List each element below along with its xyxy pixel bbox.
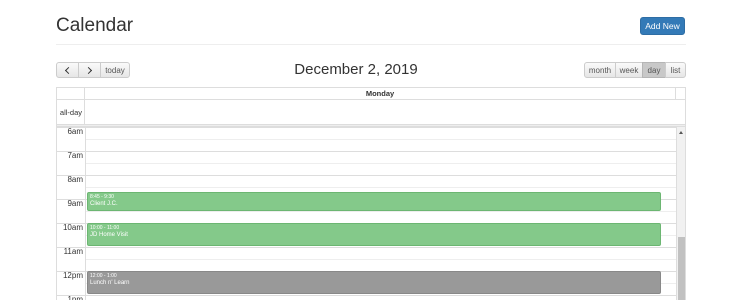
time-gutter-line xyxy=(85,127,86,300)
day-header-row: Monday xyxy=(57,88,685,100)
view-day-button[interactable]: day xyxy=(642,62,666,78)
title-divider xyxy=(56,44,686,45)
time-label: 1pm xyxy=(67,295,83,300)
half-hour-line xyxy=(86,139,676,140)
next-button[interactable] xyxy=(78,62,101,78)
calendar-event[interactable]: 12:00 - 1:00 Lunch n' Learn xyxy=(87,271,661,294)
hour-line xyxy=(57,247,676,248)
day-header: Monday xyxy=(85,88,676,100)
scrollbar-thumb[interactable] xyxy=(678,237,685,300)
event-title: Lunch n' Learn xyxy=(90,280,130,286)
chevron-right-icon xyxy=(84,66,93,74)
all-day-label: all-day xyxy=(57,100,85,124)
view-week-button[interactable]: week xyxy=(615,62,643,78)
current-date-title: December 2, 2019 xyxy=(294,61,418,78)
scrollbar[interactable] xyxy=(676,127,685,300)
view-list-button[interactable]: list xyxy=(665,62,686,78)
event-title: JD Home Visit xyxy=(90,232,128,238)
event-title: Client J.C. xyxy=(90,201,118,207)
time-label: 9am xyxy=(67,199,83,208)
time-label: 10am xyxy=(62,223,83,232)
calendar-event[interactable]: 8:45 - 9:30 Client J.C. xyxy=(87,192,661,211)
all-day-row[interactable]: all-day xyxy=(57,100,685,124)
half-hour-line xyxy=(86,259,676,260)
time-label: 12pm xyxy=(62,271,83,280)
hour-line xyxy=(57,175,676,176)
add-new-button[interactable]: Add New xyxy=(640,17,685,35)
time-label: 11am xyxy=(63,247,83,256)
page-title: Calendar xyxy=(56,15,134,36)
calendar-view: Monday all-day 6am 7am 8am 9am 10am 11am… xyxy=(56,87,686,300)
today-button[interactable]: today xyxy=(100,62,130,78)
time-label: 7am xyxy=(67,151,83,160)
view-month-button[interactable]: month xyxy=(584,62,616,78)
prev-button[interactable] xyxy=(56,62,79,78)
chevron-left-icon xyxy=(64,66,73,74)
half-hour-line xyxy=(86,187,676,188)
half-hour-line xyxy=(86,163,676,164)
hour-line xyxy=(57,127,676,128)
time-grid[interactable]: 6am 7am 8am 9am 10am 11am 12pm 1pm 8:45 … xyxy=(57,127,685,300)
header-gutter xyxy=(57,88,85,100)
hour-line xyxy=(57,151,676,152)
scroll-up-arrow-icon[interactable] xyxy=(679,131,683,134)
time-label: 8am xyxy=(67,175,83,184)
half-hour-line xyxy=(86,211,676,212)
calendar-event[interactable]: 10:00 - 11:00 JD Home Visit xyxy=(87,223,661,246)
hour-line xyxy=(57,295,676,296)
time-label: 6am xyxy=(67,127,83,136)
